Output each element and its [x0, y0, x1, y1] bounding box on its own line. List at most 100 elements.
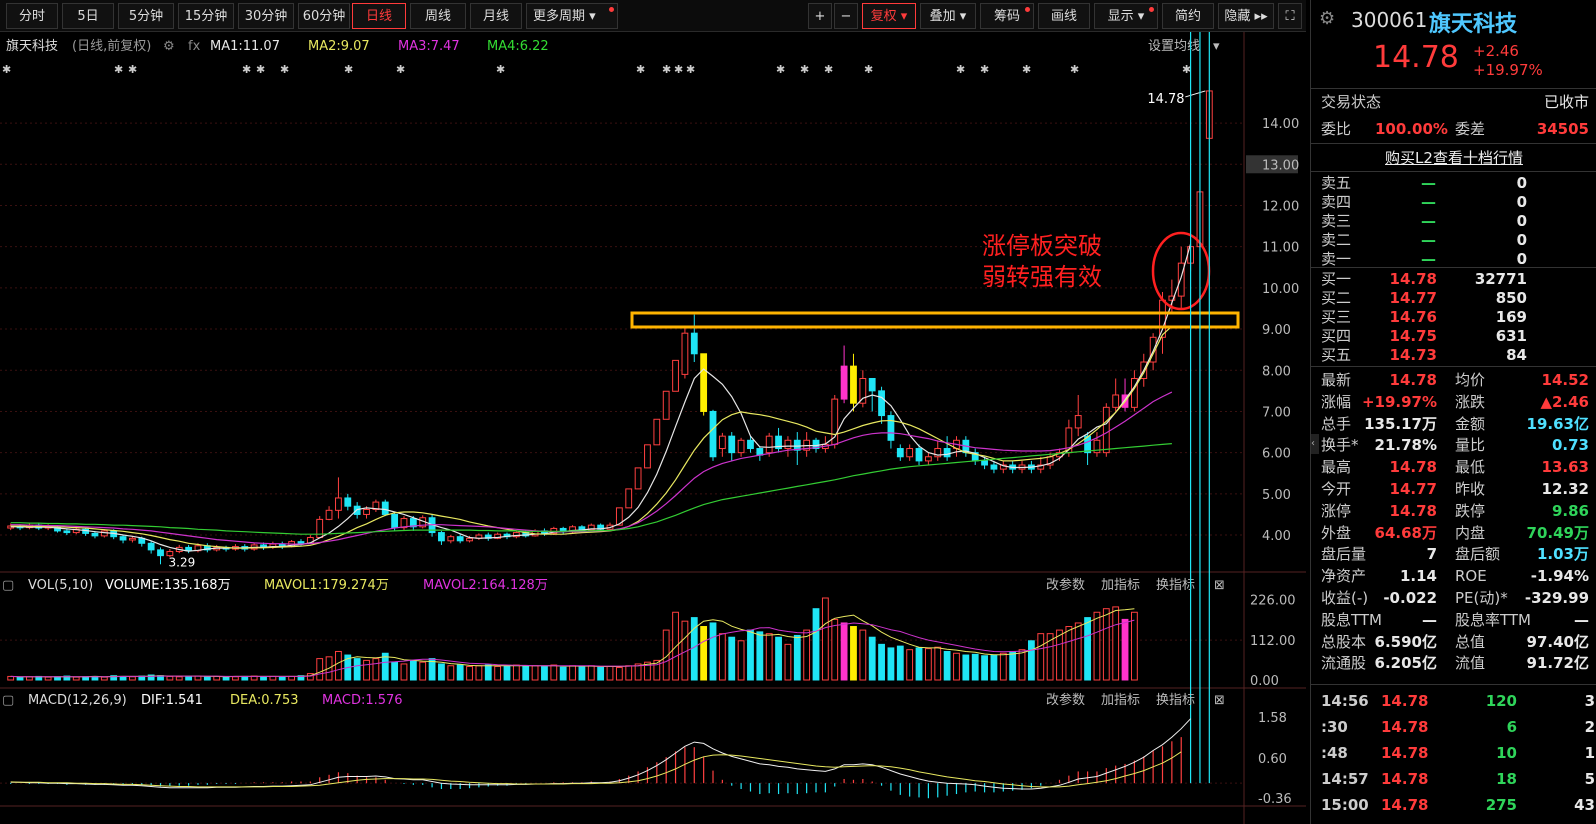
l2-upgrade-link[interactable]: 购买L2查看十档行情: [1311, 147, 1596, 169]
volume-bar: [531, 665, 539, 681]
stat-value: 9.86: [1551, 501, 1589, 520]
tab-30min[interactable]: 30分钟: [238, 3, 294, 29]
macd-box-icon[interactable]: ▢: [2, 693, 14, 708]
stat-row: 今开 14.77 昨收 12.32: [1311, 478, 1596, 500]
close-icon[interactable]: ⊠: [1214, 578, 1225, 593]
stat-value: 97.40亿: [1526, 632, 1589, 651]
candle-body: [859, 377, 867, 404]
stat-value: 6.205亿: [1374, 654, 1437, 673]
volume-bar: [850, 626, 857, 681]
display-button[interactable]: 显示 ▾: [1094, 3, 1158, 29]
volume-bar: [915, 647, 923, 681]
stat-label: 涨幅: [1321, 392, 1352, 411]
volume-bar: [1037, 633, 1045, 681]
ask-label: 卖五: [1321, 174, 1352, 192]
adjust-button[interactable]: 复权 ▾: [862, 3, 916, 29]
stat-label: PE(动)*: [1455, 589, 1508, 607]
order-ratio-label: 委比: [1321, 120, 1352, 138]
volume-bar: [44, 676, 52, 681]
tab-daily[interactable]: 日线: [352, 3, 406, 29]
stat-label: 股息TTM: [1321, 610, 1383, 629]
stat-label: 净资产: [1321, 567, 1367, 586]
price-change-pct: +19.97%: [1473, 61, 1543, 79]
stat-value: +19.97%: [1361, 392, 1437, 411]
info-marker-icon: ✱: [344, 63, 353, 76]
candle-body: [990, 464, 998, 470]
stat-value: —: [1574, 610, 1589, 629]
volume-value: VOLUME:135.168万: [105, 578, 231, 593]
overlay-button[interactable]: 叠加 ▾: [920, 3, 976, 29]
volume-bar: [906, 649, 914, 681]
chips-button[interactable]: 筹码: [980, 3, 1034, 29]
volume-bar: [728, 636, 736, 681]
tab-60min[interactable]: 60分钟: [298, 3, 350, 29]
fullscreen-icon[interactable]: ⛶: [1278, 3, 1302, 29]
candle-body: [438, 532, 445, 542]
vol-change-params-button[interactable]: 改参数: [1046, 577, 1085, 593]
hide-button[interactable]: 隐藏 ▸▸: [1218, 3, 1274, 29]
vol-switch-indicator-button[interactable]: 换指标: [1156, 578, 1195, 593]
info-marker-icon: ✱: [824, 63, 833, 76]
vol-box-icon[interactable]: ▢: [2, 578, 14, 593]
volume-bar: [1027, 640, 1035, 681]
tab-intraday[interactable]: 分时: [6, 3, 58, 29]
vol-add-indicator-button[interactable]: 加指标: [1101, 578, 1140, 593]
ask-volume: 0: [1516, 193, 1527, 211]
volume-bar: [260, 676, 267, 681]
zoom-out-button[interactable]: −: [834, 3, 858, 29]
tab-5min[interactable]: 5分钟: [118, 3, 174, 29]
chevron-down-icon[interactable]: ▾: [1213, 39, 1220, 54]
volume-bar: [241, 675, 249, 681]
tab-weekly[interactable]: 周线: [410, 3, 466, 29]
fx-label[interactable]: fx: [188, 39, 201, 54]
tick-row: 14:57 14.78 18 5: [1311, 768, 1596, 790]
macd-switch-indicator-button[interactable]: 换指标: [1156, 693, 1195, 708]
info-marker-icon: ✱: [1022, 63, 1031, 76]
volume-bar: [185, 675, 193, 681]
tab-15min[interactable]: 15分钟: [178, 3, 234, 29]
tab-monthly[interactable]: 月线: [470, 3, 522, 29]
volume-bar: [372, 658, 380, 681]
macd-add-indicator-button[interactable]: 加指标: [1101, 693, 1140, 708]
vol-legend: ▢ VOL(5,10) VOLUME:135.168万 MAVOL1:179.2…: [2, 577, 1225, 593]
info-marker-icon: ✱: [864, 63, 873, 76]
ask-label: 卖二: [1321, 231, 1352, 249]
candle-body: [456, 536, 464, 542]
gear-icon[interactable]: ⚙: [163, 39, 175, 54]
simple-button[interactable]: 简约: [1162, 3, 1214, 29]
candle-body: [147, 542, 155, 551]
volume-bar: [934, 646, 942, 681]
price-axis-label: 6.00: [1262, 447, 1291, 462]
tab-5day[interactable]: 5日: [62, 3, 114, 29]
volume-bar: [419, 661, 427, 681]
candle-body: [63, 530, 71, 534]
chart-canvas: 旗天科技 (日线,前复权) ⚙ fx MA1:11.07 MA2:9.07 MA…: [0, 32, 1306, 824]
divider: [1311, 366, 1596, 367]
candle-body: [1112, 394, 1120, 408]
gear-icon[interactable]: ⚙: [1319, 8, 1335, 29]
tick-count: 2: [1584, 718, 1595, 736]
volume-bar: [597, 666, 605, 681]
stat-row: 总股本 6.590亿 总值 97.40亿: [1311, 631, 1596, 653]
price-axis-label: 12.00: [1262, 199, 1299, 214]
volume-bar: [175, 676, 183, 681]
tab-more-periods[interactable]: 更多周期 ▾: [526, 3, 618, 29]
stat-value: -0.022: [1383, 589, 1437, 607]
set-ma-button[interactable]: 设置均线: [1148, 39, 1200, 54]
stat-value: ▲2.46: [1540, 392, 1589, 411]
ask-row: 卖二 — 0: [1311, 231, 1596, 250]
tick-time: 14:56: [1321, 692, 1369, 710]
stat-value: -329.99: [1524, 589, 1589, 607]
kline-chart[interactable]: 旗天科技 (日线,前复权) ⚙ fx MA1:11.07 MA2:9.07 MA…: [0, 32, 1306, 824]
collapse-handle[interactable]: ‹: [1311, 434, 1319, 454]
volume-bar: [541, 665, 548, 681]
volume-bar: [1102, 608, 1110, 681]
zoom-in-button[interactable]: +: [808, 3, 832, 29]
divider: [1311, 143, 1596, 144]
close-icon[interactable]: ⊠: [1214, 693, 1225, 708]
macd-change-params-button[interactable]: 改参数: [1046, 692, 1085, 708]
volume-bar: [559, 666, 567, 681]
stat-label: 跌停: [1455, 501, 1486, 520]
draw-button[interactable]: 画线: [1038, 3, 1090, 29]
stat-value: 0.73: [1551, 436, 1589, 455]
